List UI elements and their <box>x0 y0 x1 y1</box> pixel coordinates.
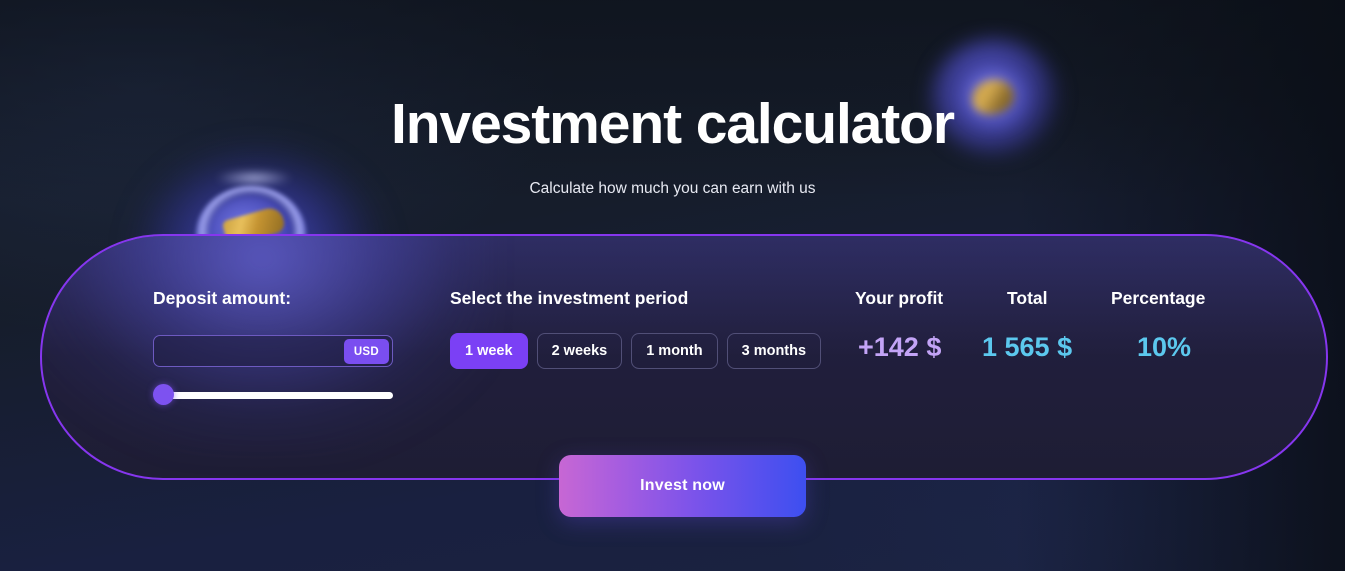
your-profit-value: +142 $ <box>858 332 942 362</box>
deposit-amount-input[interactable] <box>162 336 344 366</box>
period-option-1-week[interactable]: 1 week <box>450 333 528 369</box>
page-subtitle: Calculate how much you can earn with us <box>529 180 816 197</box>
percentage-value: 10% <box>1137 332 1192 362</box>
total-value: 1 565 $ <box>982 332 1073 362</box>
period-option-1-month[interactable]: 1 month <box>631 333 718 369</box>
slider-track[interactable] <box>161 392 393 399</box>
investment-calculator-card: Deposit amount: Select the investment pe… <box>40 234 1328 480</box>
total-label: Total <box>1007 288 1048 308</box>
investment-period-options: 1 week 2 weeks 1 month 3 months <box>450 333 822 369</box>
your-profit-label: Your profit <box>855 288 944 308</box>
deposit-amount-label: Deposit amount: <box>153 288 292 308</box>
deposit-amount-field[interactable]: USD <box>153 335 393 367</box>
invest-now-button[interactable]: Invest now <box>559 455 806 517</box>
period-option-2-weeks[interactable]: 2 weeks <box>536 333 623 369</box>
deposit-amount-slider[interactable] <box>153 384 393 406</box>
currency-badge-usd[interactable]: USD <box>343 339 389 364</box>
page-title: Investment calculator <box>391 92 955 156</box>
page-header: Investment calculator Calculate how much… <box>0 0 1345 198</box>
period-option-3-months[interactable]: 3 months <box>726 333 822 369</box>
percentage-label: Percentage <box>1111 288 1206 308</box>
slider-thumb[interactable] <box>153 384 174 405</box>
investment-period-label: Select the investment period <box>450 288 689 308</box>
